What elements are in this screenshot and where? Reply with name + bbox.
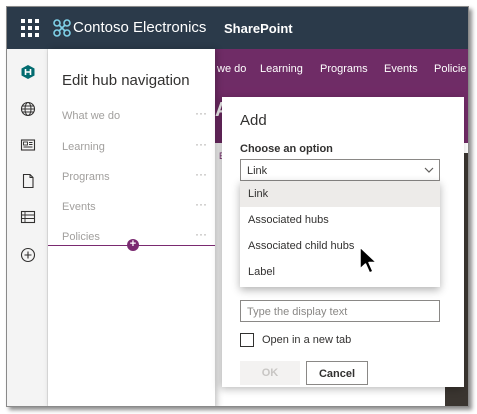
- dropdown-options-list: Link Associated hubs Associated child hu…: [240, 181, 440, 287]
- hub-nav-item[interactable]: Policie: [434, 63, 466, 75]
- open-new-tab-label[interactable]: Open in a new tab: [262, 334, 351, 346]
- more-options-icon[interactable]: ···: [195, 106, 207, 120]
- document-icon[interactable]: [20, 173, 36, 189]
- nav-item-label: Policies: [62, 231, 100, 243]
- nav-item-label: What we do: [62, 110, 121, 122]
- app-name[interactable]: SharePoint: [224, 21, 293, 36]
- nav-item-events[interactable]: Events ···: [62, 197, 212, 219]
- option-label: Label: [248, 266, 275, 278]
- display-text-placeholder: Type the display text: [247, 306, 348, 318]
- add-panel-title: Add: [240, 112, 267, 129]
- mouse-cursor-icon: [359, 246, 378, 274]
- display-text-input[interactable]: Type the display text: [240, 300, 440, 322]
- left-app-bar: [7, 49, 48, 406]
- cancel-button-label: Cancel: [318, 368, 356, 380]
- globe-icon[interactable]: [20, 101, 36, 117]
- cancel-button[interactable]: Cancel: [306, 361, 368, 385]
- ok-button[interactable]: OK: [240, 361, 300, 385]
- more-options-icon[interactable]: ···: [195, 137, 207, 151]
- contoso-logo-icon: [53, 19, 71, 37]
- option-associated-hubs[interactable]: Associated hubs: [240, 207, 440, 233]
- option-link[interactable]: Link: [240, 181, 440, 207]
- choose-option-label: Choose an option: [240, 143, 333, 155]
- hub-nav-item[interactable]: Programs: [320, 63, 368, 75]
- more-options-icon[interactable]: ···: [195, 167, 207, 181]
- hub-navigation-bar: we do Learning Programs Events Policie: [215, 49, 468, 87]
- more-options-icon[interactable]: ···: [195, 197, 207, 211]
- more-options-icon[interactable]: ···: [195, 227, 207, 241]
- option-associated-child-hubs[interactable]: Associated child hubs: [240, 233, 440, 259]
- nav-item-label: Learning: [62, 141, 105, 153]
- screenshot-frame: Contoso Electronics SharePoint we do Lea…: [6, 6, 469, 407]
- list-icon[interactable]: [20, 209, 36, 225]
- nav-item-label: Programs: [62, 171, 110, 183]
- option-dropdown[interactable]: Link: [240, 159, 440, 181]
- chevron-down-icon: [424, 167, 434, 173]
- hub-home-icon[interactable]: [20, 64, 36, 80]
- insert-link-button[interactable]: +: [127, 239, 139, 251]
- add-link-panel: Add Choose an option Link Link Associate…: [222, 97, 464, 387]
- brand-name[interactable]: Contoso Electronics: [73, 19, 206, 36]
- plus-circle-icon[interactable]: [20, 247, 36, 263]
- option-label: Associated hubs: [248, 214, 329, 226]
- hub-nav-item[interactable]: Learning: [260, 63, 303, 75]
- edit-hub-navigation-panel: Edit hub navigation What we do ··· Learn…: [48, 49, 215, 406]
- ok-button-label: OK: [261, 367, 279, 379]
- nav-item-learning[interactable]: Learning ···: [62, 137, 212, 159]
- nav-item-what-we-do[interactable]: What we do ···: [62, 106, 212, 128]
- app-launcher-icon[interactable]: [21, 19, 39, 37]
- option-label: Link: [248, 188, 269, 200]
- option-label-item[interactable]: Label: [240, 259, 440, 285]
- news-icon[interactable]: [20, 137, 36, 153]
- hub-nav-item[interactable]: we do: [217, 63, 246, 75]
- nav-item-label: Events: [62, 201, 96, 213]
- dropdown-selected-value: Link: [247, 165, 268, 177]
- open-new-tab-checkbox[interactable]: [240, 333, 254, 347]
- hub-nav-item[interactable]: Events: [384, 63, 418, 75]
- panel-title: Edit hub navigation: [62, 72, 190, 89]
- suite-bar: Contoso Electronics SharePoint: [7, 7, 468, 49]
- nav-item-programs[interactable]: Programs ···: [62, 167, 212, 189]
- option-label: Associated child hubs: [248, 240, 355, 252]
